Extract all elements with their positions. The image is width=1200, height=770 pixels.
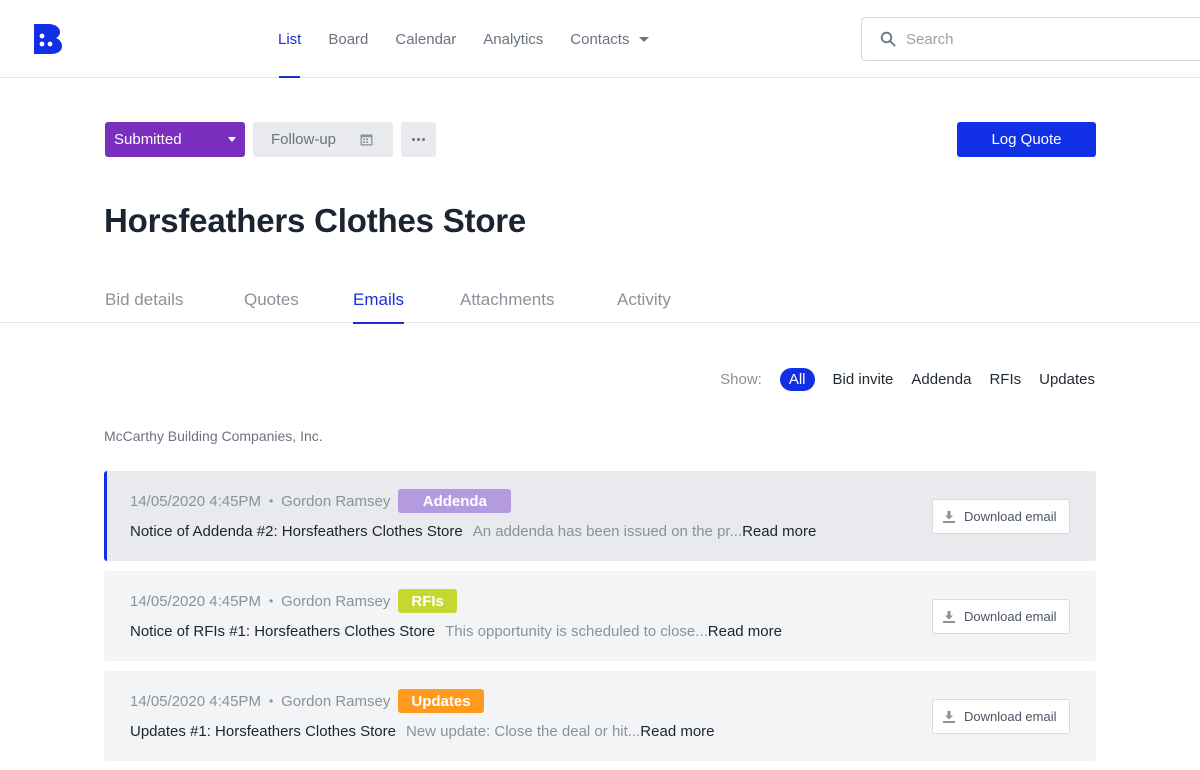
filter-chip-addenda[interactable]: Addenda <box>911 371 971 388</box>
status-label: Submitted <box>114 131 182 148</box>
search-icon <box>880 31 896 47</box>
read-more-link[interactable]: Read more <box>708 623 782 640</box>
top-bar: List Board Calendar Analytics Contacts <box>0 0 1200 78</box>
download-email-button[interactable]: Download email <box>932 599 1070 634</box>
email-preview: New update: Close the deal or hit... <box>405 723 641 740</box>
filter-chip-bid-invite[interactable]: Bid invite <box>833 371 894 388</box>
email-summary: Updates #1: Horsfeathers Clothes Store N… <box>130 723 715 740</box>
nav-item-list[interactable]: List <box>278 0 301 78</box>
separator-dot: • <box>268 694 274 708</box>
search-box <box>861 17 1200 61</box>
email-summary: Notice of RFIs #1: Horsfeathers Clothes … <box>130 623 782 640</box>
nav-item-analytics[interactable]: Analytics <box>483 0 543 78</box>
download-icon <box>943 710 955 723</box>
email-sender: Gordon Ramsey <box>281 592 391 610</box>
email-type-badge: RFIs <box>398 589 457 613</box>
tab-activity[interactable]: Activity <box>617 276 671 323</box>
filter-label: Show: <box>720 371 762 388</box>
email-type-badge: Updates <box>398 689 484 713</box>
download-icon <box>943 610 955 623</box>
email-meta: 14/05/2020 4:45PM • Gordon Ramsey Update… <box>130 689 484 713</box>
separator-dot: • <box>268 594 274 608</box>
log-quote-button[interactable]: Log Quote <box>957 122 1096 157</box>
email-subject: Notice of RFIs #1: Horsfeathers Clothes … <box>130 623 436 640</box>
email-date: 14/05/2020 4:45PM <box>130 692 261 710</box>
detail-tabs: Bid details Quotes Emails Attachments Ac… <box>0 276 1200 324</box>
email-item[interactable]: 14/05/2020 4:45PM • Gordon Ramsey RFIs N… <box>104 571 1096 661</box>
filter-chip-all[interactable]: All <box>779 368 815 391</box>
email-sender: Gordon Ramsey <box>281 492 391 510</box>
read-more-link[interactable]: Read more <box>742 523 816 540</box>
read-more-link[interactable]: Read more <box>640 723 714 740</box>
nav-item-contacts[interactable]: Contacts <box>570 0 650 78</box>
tab-bid-details[interactable]: Bid details <box>105 276 183 323</box>
separator-dot: • <box>268 494 274 508</box>
email-preview: An addenda has been issued on the pr... <box>472 523 743 540</box>
nav-item-board[interactable]: Board <box>328 0 368 78</box>
email-date: 14/05/2020 4:45PM <box>130 592 261 610</box>
follow-up-button[interactable]: Follow-up <box>253 122 393 157</box>
calendar-icon <box>360 134 373 146</box>
email-filters: Show: All Bid invite Addenda RFIs Update… <box>720 367 1095 392</box>
email-summary: Notice of Addenda #2: Horsfeathers Cloth… <box>130 523 816 540</box>
email-date: 14/05/2020 4:45PM <box>130 492 261 510</box>
filter-chip-rfis[interactable]: RFIs <box>989 371 1021 388</box>
tab-attachments[interactable]: Attachments <box>460 276 555 323</box>
ellipsis-icon <box>412 138 415 141</box>
email-sender: Gordon Ramsey <box>281 692 391 710</box>
brand-logo-icon[interactable] <box>34 24 62 54</box>
email-preview: This opportunity is scheduled to close..… <box>445 623 708 640</box>
tab-emails[interactable]: Emails <box>353 276 405 324</box>
email-subject: Updates #1: Horsfeathers Clothes Store <box>130 723 396 740</box>
chevron-down-icon <box>639 36 650 42</box>
more-options-button[interactable] <box>401 122 436 157</box>
email-subject: Notice of Addenda #2: Horsfeathers Cloth… <box>130 523 463 540</box>
company-name: McCarthy Building Companies, Inc. <box>104 428 323 444</box>
email-item[interactable]: 14/05/2020 4:45PM • Gordon Ramsey Addend… <box>104 471 1096 561</box>
tab-quotes[interactable]: Quotes <box>244 276 299 323</box>
filter-chip-updates[interactable]: Updates <box>1039 371 1095 388</box>
email-meta: 14/05/2020 4:45PM • Gordon Ramsey RFIs <box>130 589 457 613</box>
caret-down-icon <box>228 137 236 142</box>
page-title: Horsfeathers Clothes Store <box>104 202 527 239</box>
download-email-button[interactable]: Download email <box>932 499 1070 534</box>
email-meta: 14/05/2020 4:45PM • Gordon Ramsey Addend… <box>130 489 512 513</box>
download-icon <box>943 510 955 523</box>
status-dropdown-button[interactable]: Submitted <box>105 122 245 157</box>
search-input[interactable] <box>906 30 1186 48</box>
download-email-button[interactable]: Download email <box>932 699 1070 734</box>
main-nav: List Board Calendar Analytics Contacts <box>278 0 676 78</box>
email-item[interactable]: 14/05/2020 4:45PM • Gordon Ramsey Update… <box>104 671 1096 761</box>
nav-item-calendar[interactable]: Calendar <box>395 0 456 78</box>
email-type-badge: Addenda <box>398 489 512 513</box>
follow-up-label: Follow-up <box>271 131 337 148</box>
